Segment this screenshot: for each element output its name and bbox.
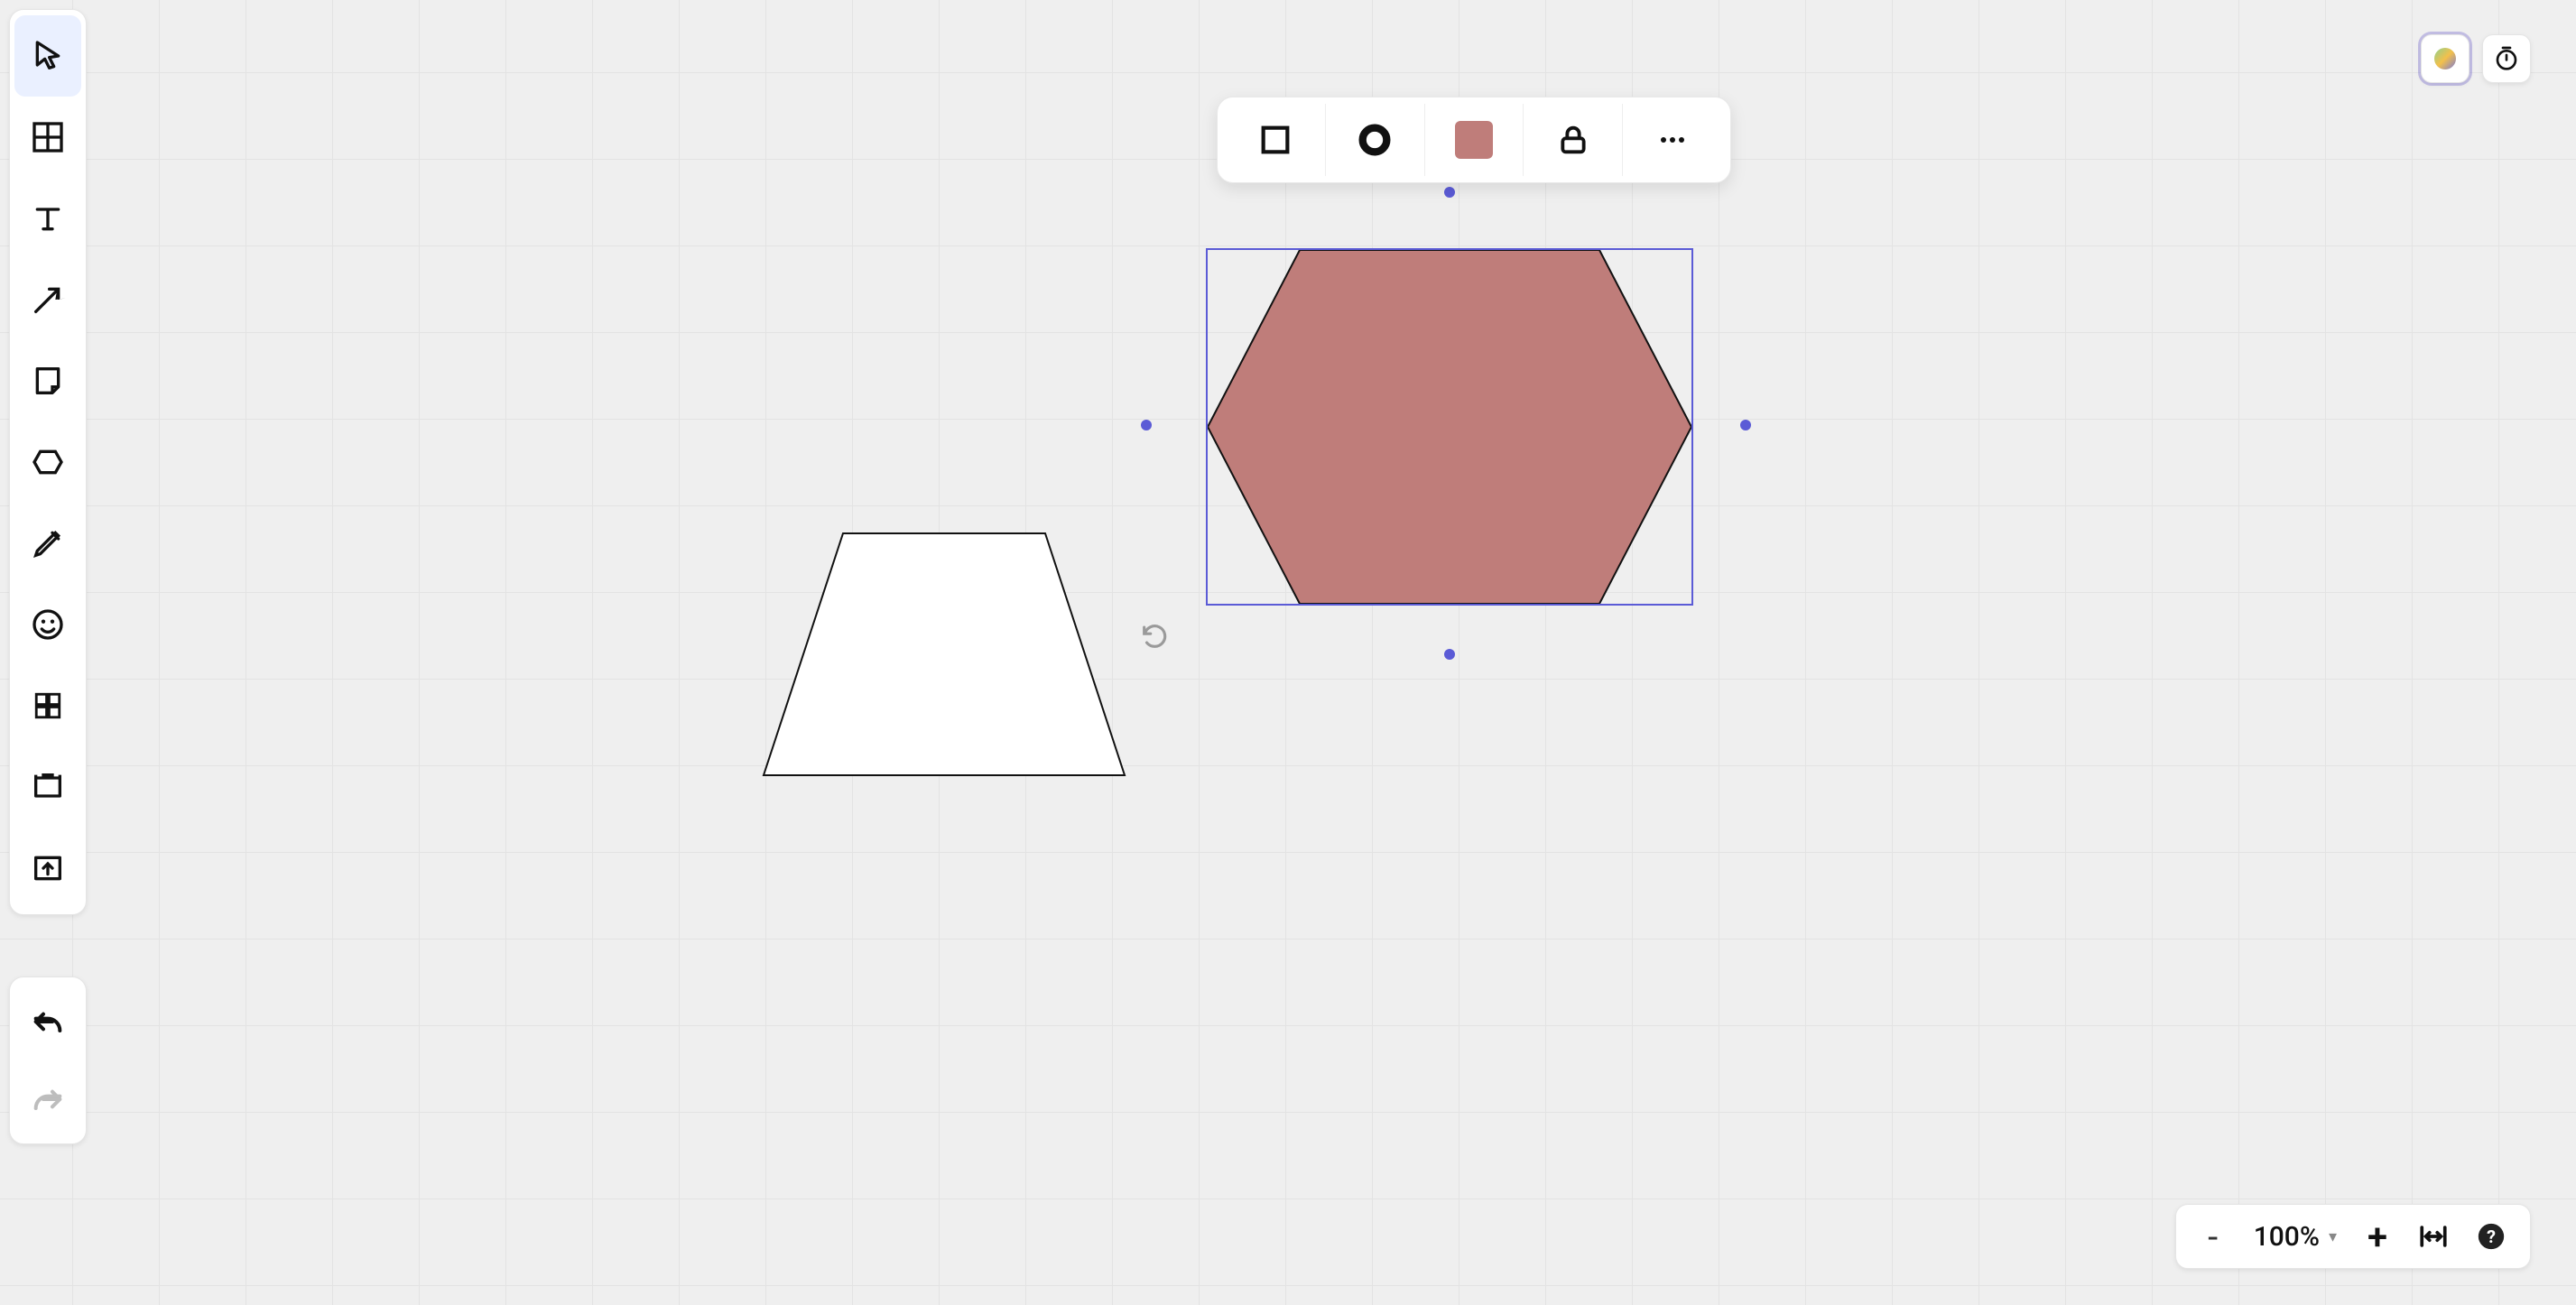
stroke-color-button[interactable] bbox=[1326, 104, 1425, 176]
top-right-controls bbox=[2421, 34, 2531, 83]
rotate-handle[interactable] bbox=[1139, 621, 1170, 655]
note-tool[interactable] bbox=[14, 340, 81, 421]
fit-width-button[interactable] bbox=[2418, 1221, 2449, 1252]
selection-handle-s[interactable] bbox=[1444, 649, 1455, 660]
zoom-level-dropdown[interactable]: 100% ▾ bbox=[2254, 1221, 2337, 1253]
selection-handle-n[interactable] bbox=[1444, 187, 1455, 198]
select-tool[interactable] bbox=[14, 15, 81, 97]
svg-text:?: ? bbox=[2487, 1226, 2496, 1247]
emoji-tool[interactable] bbox=[14, 584, 81, 665]
help-button[interactable]: ? bbox=[2476, 1221, 2507, 1252]
template-tool[interactable] bbox=[14, 746, 81, 828]
canvas[interactable] bbox=[0, 0, 2576, 1305]
shape-tool[interactable] bbox=[14, 421, 81, 503]
plus-icon: + bbox=[2368, 1216, 2387, 1258]
fill-swatch-icon bbox=[1455, 121, 1493, 159]
more-options-button[interactable] bbox=[1623, 104, 1721, 176]
arrow-tool[interactable] bbox=[14, 259, 81, 340]
zoom-controls: - 100% ▾ + ? bbox=[2175, 1204, 2531, 1269]
pencil-tool[interactable] bbox=[14, 503, 81, 584]
main-toolbar bbox=[9, 9, 87, 915]
zoom-in-button[interactable]: + bbox=[2364, 1216, 2391, 1258]
selection-handle-e[interactable] bbox=[1740, 420, 1751, 430]
chevron-down-icon: ▾ bbox=[2329, 1227, 2337, 1246]
upload-tool[interactable] bbox=[14, 828, 81, 909]
zoom-level-label: 100% bbox=[2254, 1221, 2320, 1253]
widgets-tool[interactable] bbox=[14, 665, 81, 746]
appearance-button[interactable] bbox=[2421, 34, 2469, 83]
shape-context-toolbar bbox=[1217, 97, 1731, 183]
shape-hexagon[interactable] bbox=[1206, 248, 1693, 606]
text-tool[interactable] bbox=[14, 178, 81, 259]
lock-button[interactable] bbox=[1524, 104, 1623, 176]
minus-icon: - bbox=[2208, 1216, 2218, 1258]
redo-button bbox=[14, 1060, 81, 1138]
timer-button[interactable] bbox=[2482, 34, 2531, 83]
selection-handle-w[interactable] bbox=[1141, 420, 1152, 430]
stroke-style-button[interactable] bbox=[1227, 104, 1326, 176]
fill-color-button[interactable] bbox=[1425, 104, 1524, 176]
history-toolbar bbox=[9, 976, 87, 1144]
shape-trapezoid[interactable] bbox=[762, 532, 1126, 777]
frame-tool[interactable] bbox=[14, 97, 81, 178]
zoom-out-button[interactable]: - bbox=[2200, 1216, 2227, 1258]
undo-button[interactable] bbox=[14, 983, 81, 1060]
